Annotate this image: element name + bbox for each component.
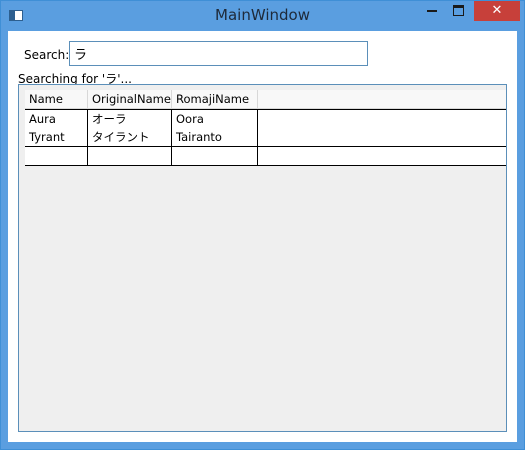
close-icon: ✕ <box>491 3 503 18</box>
cell-filler <box>258 109 506 129</box>
table-row[interactable]: Tyrant タイラント Tairanto <box>25 128 506 147</box>
search-input[interactable] <box>69 41 368 66</box>
header-row: Name OriginalName RomajiName <box>25 90 506 109</box>
cell-originalname[interactable]: オーラ <box>88 109 172 129</box>
column-header-name[interactable]: Name <box>25 90 88 109</box>
grid-table: Name OriginalName RomajiName Aura オーラ Oo… <box>25 90 506 166</box>
close-button[interactable]: ✕ <box>474 1 520 21</box>
cell-name[interactable]: Aura <box>25 109 88 129</box>
new-item-row[interactable] <box>25 147 506 166</box>
column-header-filler <box>258 90 506 109</box>
client-area: Search: Searching for 'ラ'... Name Origin… <box>8 31 517 442</box>
maximize-button[interactable] <box>445 1 471 21</box>
maximize-icon <box>452 5 464 16</box>
minimize-icon <box>427 9 437 12</box>
cell-romajiname[interactable]: Tairanto <box>172 128 258 147</box>
minimize-button[interactable] <box>419 1 445 21</box>
table-row[interactable]: Aura オーラ Oora <box>25 109 506 129</box>
cell-originalname[interactable] <box>88 147 172 166</box>
cell-filler <box>258 147 506 166</box>
column-header-originalname[interactable]: OriginalName <box>88 90 172 109</box>
results-grid[interactable]: Name OriginalName RomajiName Aura オーラ Oo… <box>18 84 507 432</box>
cell-name[interactable] <box>25 147 88 166</box>
title-bar[interactable]: MainWindow ✕ <box>1 1 524 31</box>
cell-filler <box>258 128 506 147</box>
column-header-romajiname[interactable]: RomajiName <box>172 90 258 109</box>
main-window: MainWindow ✕ Search: Searching for 'ラ'..… <box>0 0 525 450</box>
search-label: Search: <box>24 48 70 62</box>
cell-originalname[interactable]: タイラント <box>88 128 172 147</box>
cell-romajiname[interactable]: Oora <box>172 109 258 129</box>
cell-name[interactable]: Tyrant <box>25 128 88 147</box>
cell-romajiname[interactable] <box>172 147 258 166</box>
